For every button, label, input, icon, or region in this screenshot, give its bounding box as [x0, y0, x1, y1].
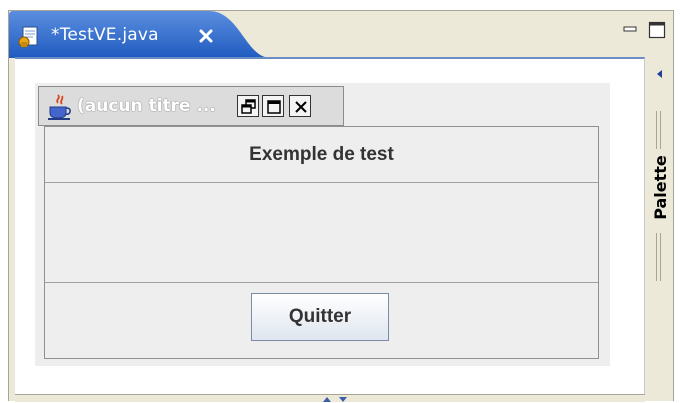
restore-icon: [241, 99, 256, 114]
editor-tab-testve[interactable]: *TestVE.java: [9, 11, 265, 58]
south-panel[interactable]: Quitter: [45, 283, 598, 358]
palette-label[interactable]: Palette: [649, 147, 671, 227]
close-icon: [295, 101, 307, 113]
maximize-icon[interactable]: [648, 21, 666, 39]
editor-frame: *TestVE.java (aucun titre ... Exemple de…: [8, 10, 674, 403]
minimize-icon[interactable]: [623, 23, 637, 37]
close-frame-button[interactable]: [289, 95, 311, 117]
north-panel[interactable]: Exemple de test: [45, 127, 598, 183]
java-file-icon: [18, 26, 38, 48]
jframe-title-bar[interactable]: (aucun titre ...: [38, 86, 344, 126]
editor-tab-strip: *TestVE.java: [9, 11, 673, 58]
tab-title: *TestVE.java: [51, 25, 159, 45]
maximize-icon: [267, 100, 281, 114]
header-label[interactable]: Exemple de test: [249, 144, 394, 166]
palette-grip-bottom: [656, 233, 661, 281]
palette-grip-top: [656, 111, 661, 149]
splitter-arrows-icon[interactable]: [317, 395, 353, 403]
jframe-title: (aucun titre ...: [77, 96, 216, 116]
java-cup-icon: [48, 94, 71, 120]
maximize-frame-button[interactable]: [262, 95, 284, 117]
close-icon[interactable]: [198, 28, 214, 44]
jframe-content-pane[interactable]: Exemple de test Quitter: [44, 126, 599, 359]
center-panel[interactable]: [45, 183, 598, 283]
palette-panel[interactable]: Palette: [647, 59, 673, 394]
triangle-left-icon[interactable]: [653, 67, 667, 81]
restore-button[interactable]: [237, 95, 259, 117]
jframe-component[interactable]: (aucun titre ... Exemple de test Quitter: [35, 83, 610, 366]
quit-button[interactable]: Quitter: [251, 293, 389, 341]
visual-editor-canvas[interactable]: (aucun titre ... Exemple de test Quitter: [15, 57, 645, 394]
